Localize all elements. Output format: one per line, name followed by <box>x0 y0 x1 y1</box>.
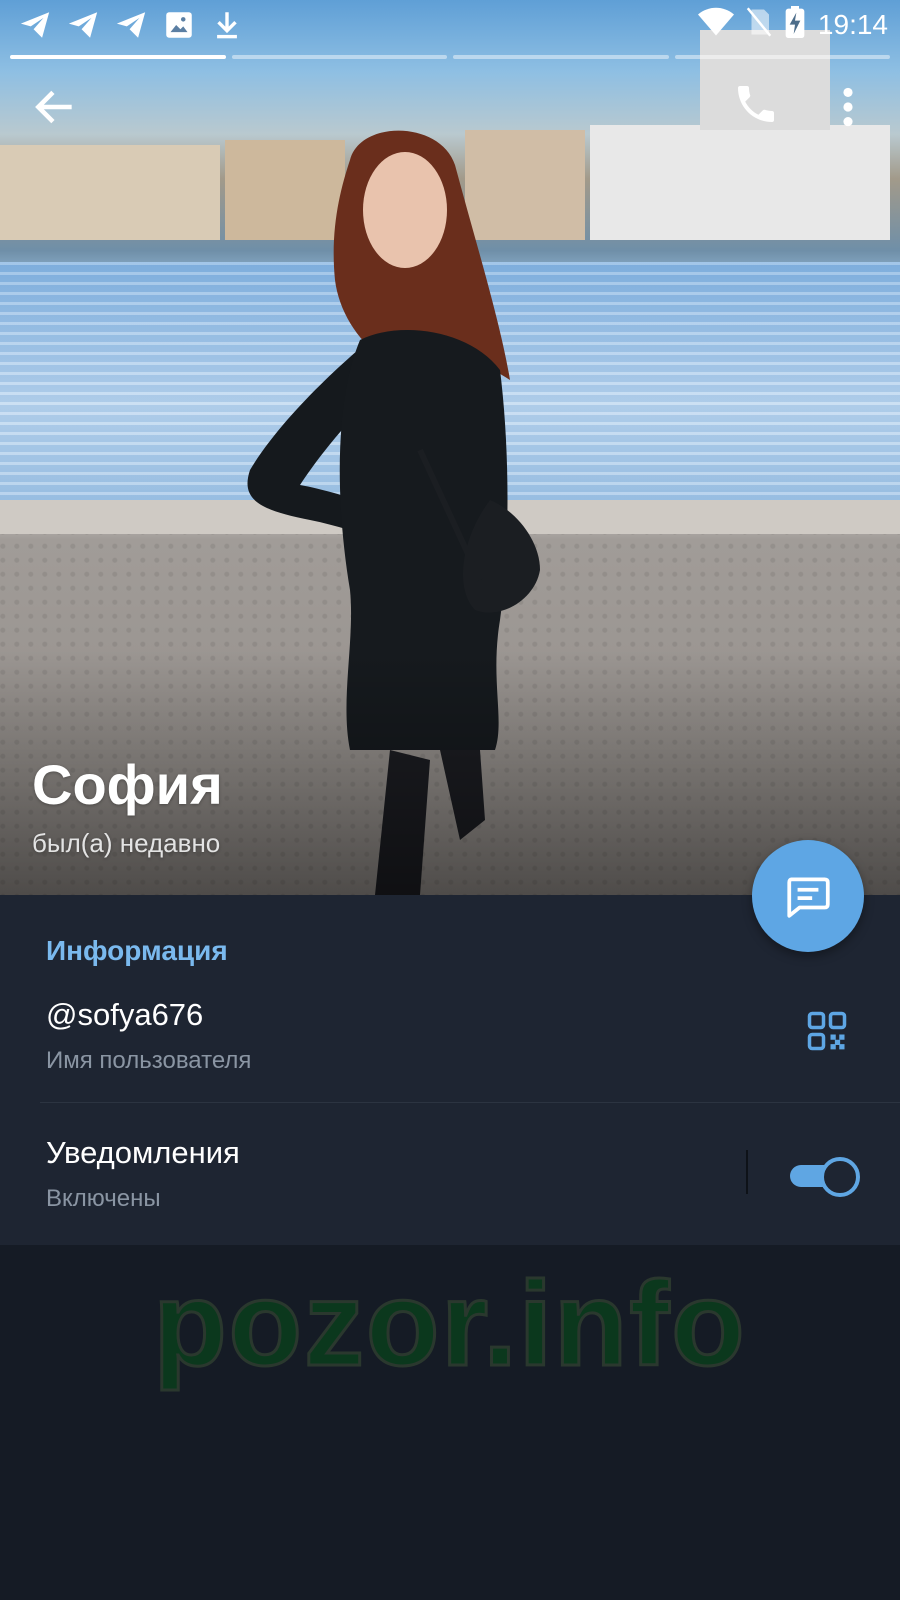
more-vertical-icon <box>843 87 853 127</box>
telegram-icon <box>114 8 148 42</box>
image-icon <box>162 8 196 42</box>
more-options-button[interactable] <box>828 82 868 132</box>
notification-icons <box>18 8 244 42</box>
profile-photo[interactable]: 19:14 София был(а) недавно <box>0 0 900 895</box>
qr-code-button[interactable] <box>806 1010 848 1052</box>
back-button[interactable] <box>30 82 80 132</box>
phone-icon <box>738 86 774 122</box>
background-building <box>590 125 890 240</box>
qr-code-icon <box>807 1011 847 1051</box>
last-seen-status: был(а) недавно <box>32 828 221 858</box>
photo-progress-segment <box>674 55 890 59</box>
battery-charging-icon <box>784 6 806 43</box>
notifications-state: Включены <box>46 1185 161 1212</box>
telegram-icon <box>18 8 52 42</box>
divider <box>40 1102 900 1103</box>
username-value[interactable]: @sofya676 <box>46 997 203 1033</box>
username-label: Имя пользователя <box>46 1047 252 1074</box>
telegram-icon <box>66 8 100 42</box>
arrow-left-icon <box>35 90 72 124</box>
background-building <box>0 145 220 240</box>
call-button[interactable] <box>732 80 782 130</box>
info-panel: Информация @sofya676 Имя пользователя Ув… <box>0 895 900 1245</box>
info-section-title: Информация <box>46 935 228 966</box>
notifications-toggle[interactable] <box>790 1157 860 1197</box>
clock-time: 19:14 <box>817 8 888 40</box>
photo-progress-segment <box>231 55 447 59</box>
vertical-divider <box>746 1150 748 1194</box>
system-indicators: 19:14 <box>697 6 888 43</box>
toolbar <box>0 70 900 140</box>
no-sim-icon <box>746 7 772 42</box>
watermark-text: pozor.info <box>152 1256 747 1393</box>
profile-name: София <box>32 753 223 816</box>
send-message-button[interactable] <box>752 840 864 952</box>
notifications-title: Уведомления <box>46 1135 240 1170</box>
message-icon <box>787 877 830 918</box>
download-icon <box>210 8 244 42</box>
status-bar: 19:14 <box>0 0 900 50</box>
wifi-icon <box>697 7 734 42</box>
photo-progress-segment <box>10 55 226 59</box>
photo-progress-bar <box>10 55 890 59</box>
photo-progress-segment <box>453 55 669 59</box>
toggle-knob <box>820 1157 860 1197</box>
